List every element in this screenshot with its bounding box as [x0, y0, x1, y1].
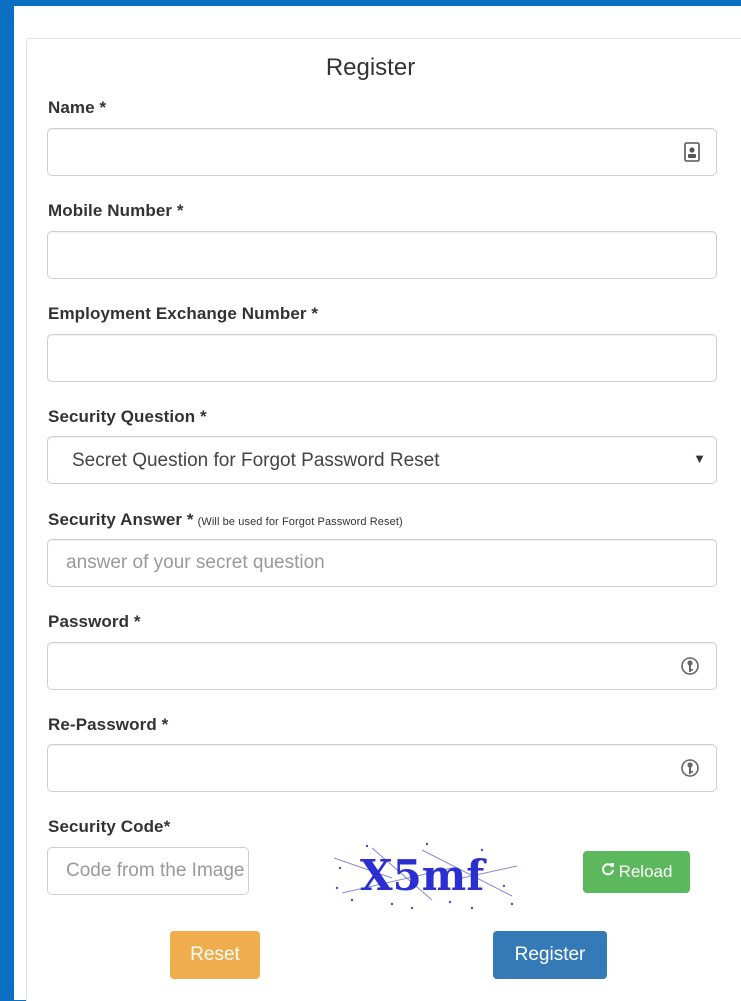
- password-label: Password *: [48, 612, 141, 631]
- reload-label: Reload: [618, 862, 673, 881]
- name-field-wrap: [47, 128, 717, 176]
- answer-label-text: Security Answer *: [48, 510, 194, 529]
- answer-label: Security Answer * (Will be used for Forgo…: [48, 510, 403, 530]
- exchange-field-wrap: [47, 334, 717, 382]
- password-input[interactable]: [48, 643, 666, 689]
- exchange-label: Employment Exchange Number *: [48, 304, 319, 323]
- password-field-wrap: [47, 642, 717, 690]
- security-code-input[interactable]: [48, 848, 251, 894]
- captcha-text: X5mf: [360, 851, 487, 900]
- answer-field-wrap: [47, 539, 717, 587]
- name-input[interactable]: [48, 129, 666, 175]
- mobile-input[interactable]: [48, 232, 666, 278]
- mobile-field-wrap: [47, 231, 717, 279]
- security-question-select[interactable]: Secret Question for Forgot Password Rese…: [47, 436, 717, 484]
- key-icon: [680, 758, 700, 783]
- caret-down-icon: ▼: [693, 451, 706, 466]
- security-answer-input[interactable]: [48, 540, 666, 586]
- key-icon: [680, 656, 700, 681]
- reset-button[interactable]: Reset: [170, 931, 260, 979]
- contact-card-icon: [684, 142, 700, 167]
- repassword-field-wrap: [47, 744, 717, 792]
- select-value: Secret Question for Forgot Password Rese…: [72, 450, 440, 471]
- mobile-label: Mobile Number *: [48, 201, 184, 220]
- question-label: Security Question *: [48, 407, 207, 426]
- answer-hint: (Will be used for Forgot Password Reset): [197, 516, 403, 528]
- repassword-input[interactable]: [48, 745, 666, 791]
- repassword-label: Re-Password *: [48, 715, 169, 734]
- form-title: Register: [325, 54, 416, 81]
- register-button[interactable]: Register: [493, 931, 607, 979]
- refresh-icon: [601, 850, 615, 892]
- security-code-wrap: [47, 847, 251, 895]
- exchange-number-input[interactable]: [48, 335, 666, 381]
- captcha-image: X5mf: [332, 838, 522, 918]
- security-code-label: Security Code*: [48, 817, 171, 836]
- name-label: Name *: [48, 98, 107, 117]
- reload-button[interactable]: Reload: [583, 851, 690, 893]
